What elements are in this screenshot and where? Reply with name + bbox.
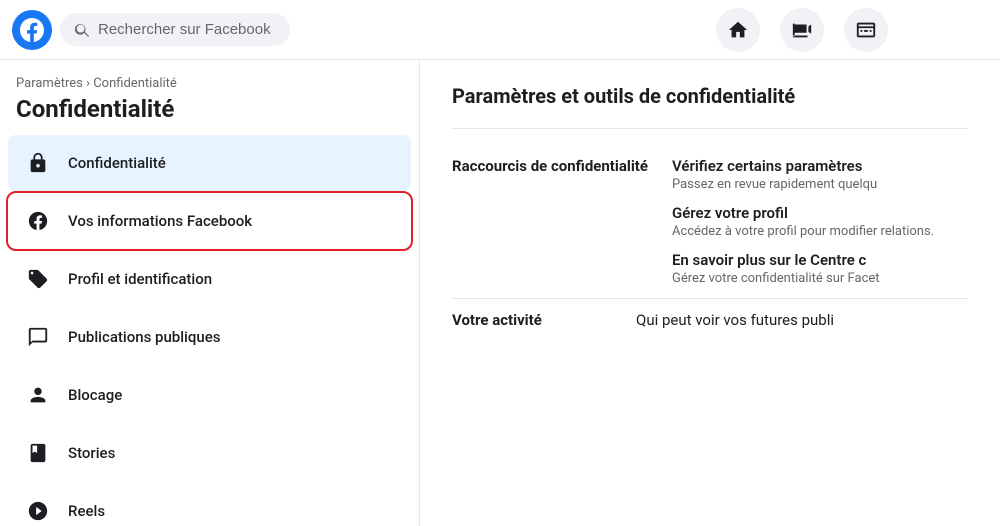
main-content: Paramètres › Confidentialité Confidentia…: [0, 60, 1000, 526]
chat-icon: [27, 326, 49, 348]
lock-icon: [27, 152, 49, 174]
raccourcis-item-0-desc: Passez en revue rapidement quelqu: [672, 177, 968, 192]
chat-icon-container: [20, 319, 56, 355]
top-nav: [0, 0, 1000, 60]
activity-section: Votre activité Qui peut voir vos futures…: [452, 299, 968, 341]
right-title: Paramètres et outils de confidentialité: [452, 84, 968, 108]
raccourcis-section: Raccourcis de confidentialité Vérifiez c…: [452, 145, 968, 299]
facebook-circle-icon-container: [20, 203, 56, 239]
right-content: Paramètres et outils de confidentialité …: [420, 60, 1000, 526]
sidebar-item-reels[interactable]: Reels: [8, 483, 411, 526]
lock-icon-container: [20, 145, 56, 181]
breadcrumb: Paramètres › Confidentialité: [8, 76, 411, 91]
raccourcis-item-0: Vérifiez certains paramètres Passez en r…: [672, 157, 968, 192]
sidebar-item-profil[interactable]: Profil et identification: [8, 251, 411, 307]
play-circle-icon-container: [20, 493, 56, 526]
book-icon: [27, 442, 49, 464]
sidebar-item-stories[interactable]: Stories: [8, 425, 411, 481]
sidebar-item-blocage-label: Blocage: [68, 386, 122, 404]
tag-icon: [27, 268, 49, 290]
raccourcis-item-2: En savoir plus sur le Centre c Gérez vot…: [672, 251, 968, 286]
raccourcis-item-2-title: En savoir plus sur le Centre c: [672, 251, 968, 269]
video-nav-button[interactable]: [780, 8, 824, 52]
raccourcis-item-1: Gérez votre profil Accédez à votre profi…: [672, 204, 968, 239]
facebook-circle-icon: [27, 210, 49, 232]
search-icon: [74, 22, 90, 38]
home-nav-button[interactable]: [716, 8, 760, 52]
activity-label: Votre activité: [452, 311, 612, 329]
sidebar: Paramètres › Confidentialité Confidentia…: [0, 60, 420, 526]
top-divider: [452, 128, 968, 129]
raccourcis-item-0-title: Vérifiez certains paramètres: [672, 157, 968, 175]
search-input[interactable]: [98, 21, 276, 38]
video-icon: [791, 19, 813, 41]
sidebar-item-reels-label: Reels: [68, 502, 105, 520]
activity-desc: Qui peut voir vos futures publi: [636, 311, 834, 329]
sidebar-item-blocage[interactable]: Blocage: [8, 367, 411, 423]
nav-icons: [716, 8, 888, 52]
tag-icon-container: [20, 261, 56, 297]
facebook-logo[interactable]: [12, 10, 52, 50]
play-circle-icon: [27, 500, 49, 522]
sidebar-item-publications[interactable]: Publications publiques: [8, 309, 411, 365]
sidebar-item-confidentialite-label: Confidentialité: [68, 154, 166, 172]
raccourcis-items: Vérifiez certains paramètres Passez en r…: [672, 157, 968, 286]
facebook-logo-icon: [20, 18, 44, 42]
raccourcis-item-1-title: Gérez votre profil: [672, 204, 968, 222]
sidebar-item-stories-label: Stories: [68, 444, 115, 462]
sidebar-item-vos-informations[interactable]: Vos informations Facebook: [8, 193, 411, 249]
marketplace-icon: [855, 19, 877, 41]
raccourcis-item-2-desc: Gérez votre confidentialité sur Facet: [672, 271, 968, 286]
person-block-icon: [27, 384, 49, 406]
sidebar-item-vos-informations-label: Vos informations Facebook: [68, 212, 252, 230]
sidebar-title: Confidentialité: [8, 95, 411, 123]
sidebar-item-publications-label: Publications publiques: [68, 328, 220, 346]
marketplace-nav-button[interactable]: [844, 8, 888, 52]
raccourcis-item-1-desc: Accédez à votre profil pour modifier rel…: [672, 224, 968, 239]
raccourcis-label: Raccourcis de confidentialité: [452, 157, 648, 286]
person-block-icon-container: [20, 377, 56, 413]
book-icon-container: [20, 435, 56, 471]
sidebar-item-profil-label: Profil et identification: [68, 270, 212, 288]
search-bar[interactable]: [60, 13, 290, 46]
sidebar-item-confidentialite[interactable]: Confidentialité: [8, 135, 411, 191]
home-icon: [727, 19, 749, 41]
